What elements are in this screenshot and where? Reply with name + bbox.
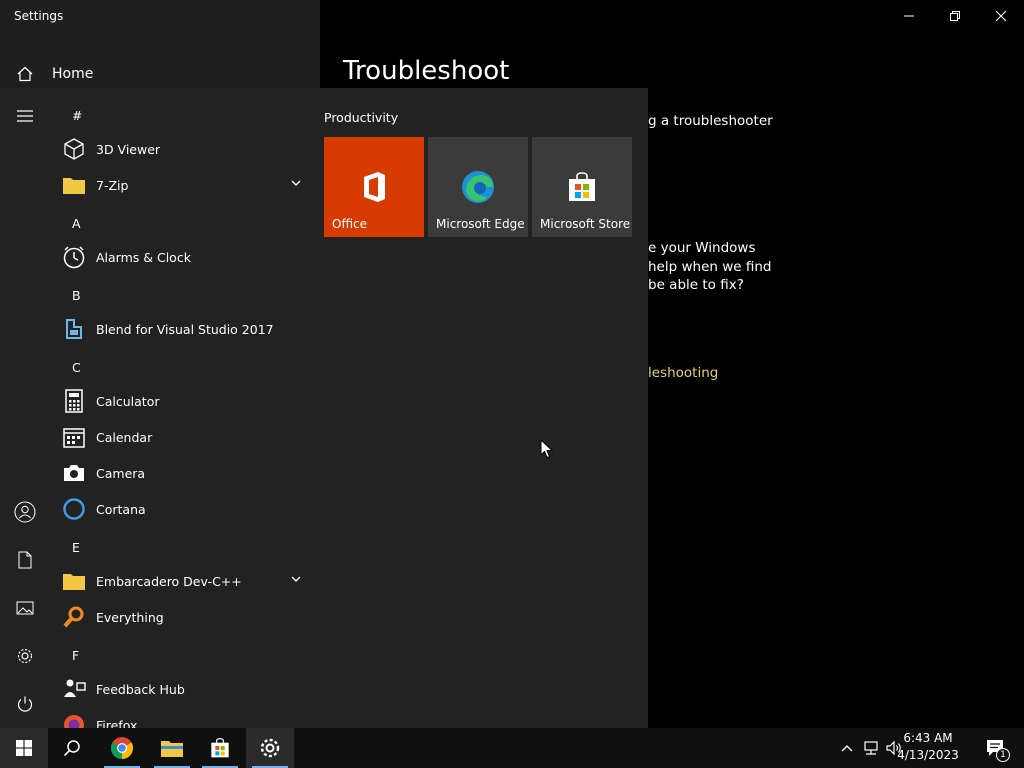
settings-home-nav[interactable]: Home — [16, 60, 316, 88]
content-text: e your Windows — [648, 240, 756, 256]
home-label: Home — [52, 66, 94, 82]
documents-button[interactable] — [13, 548, 37, 572]
calculator-icon — [62, 389, 86, 413]
minimize-button[interactable] — [886, 0, 932, 32]
pictures-icon — [16, 601, 34, 615]
gear-icon — [17, 648, 33, 664]
action-center-button[interactable]: 1 — [976, 728, 1016, 768]
pictures-button[interactable] — [13, 596, 37, 620]
power-icon — [17, 696, 33, 712]
mouse-cursor-icon — [540, 439, 554, 459]
app-everything[interactable]: Everything — [62, 599, 310, 635]
calendar-icon — [62, 425, 86, 449]
windows-logo-icon — [16, 740, 32, 756]
edge-icon — [462, 171, 494, 203]
store-bag-icon — [211, 738, 229, 758]
restore-button[interactable] — [932, 0, 978, 32]
app-feedback-hub[interactable]: Feedback Hub — [62, 671, 310, 707]
chevron-up-icon — [841, 745, 853, 752]
search-icon — [63, 740, 80, 757]
app-embarcadero-dev-cpp[interactable]: Embarcadero Dev-C++ — [62, 563, 310, 599]
tile-microsoft-store[interactable]: Microsoft Store — [532, 137, 632, 237]
document-icon — [18, 551, 32, 569]
feedback-icon — [62, 677, 86, 701]
app-camera[interactable]: Camera — [62, 455, 310, 491]
home-icon — [17, 66, 33, 82]
magnifier-icon — [62, 605, 86, 629]
expand-menu-button[interactable] — [13, 104, 37, 128]
troubleshooting-link[interactable]: leshooting — [648, 365, 718, 381]
folder-icon — [62, 569, 86, 593]
camera-icon — [62, 461, 86, 485]
app-alarms-clock[interactable]: Alarms & Clock — [62, 239, 310, 275]
clock-icon — [62, 245, 86, 269]
app-7-zip[interactable]: 7-Zip — [62, 167, 310, 203]
notification-count-badge: 1 — [996, 748, 1010, 762]
taskbar-microsoft-store[interactable] — [196, 728, 244, 768]
section-header-f[interactable]: F — [72, 648, 79, 663]
window-title: Settings — [14, 9, 64, 23]
taskbar-search-button[interactable] — [48, 728, 96, 768]
start-button[interactable] — [0, 728, 48, 768]
content-text: be able to fix? — [648, 277, 744, 293]
section-header-b[interactable]: B — [72, 288, 81, 303]
chrome-icon — [111, 737, 133, 759]
office-icon — [364, 172, 385, 202]
app-list: # 3D Viewer 7-Zip A Alarms & Clock B Ble… — [50, 96, 310, 728]
network-icon — [864, 741, 878, 755]
folder-icon — [62, 173, 86, 197]
app-calculator[interactable]: Calculator — [62, 383, 310, 419]
chevron-down-icon[interactable] — [290, 177, 302, 189]
app-calendar[interactable]: Calendar — [62, 419, 310, 455]
section-header-hash[interactable]: # — [72, 108, 82, 123]
content-text: g a troubleshooter — [648, 113, 773, 129]
network-button[interactable] — [860, 728, 882, 768]
show-hidden-icons-button[interactable] — [836, 728, 858, 768]
content-text: help when we find — [648, 259, 772, 275]
settings-button[interactable] — [13, 644, 37, 668]
page-title: Troubleshoot — [343, 56, 510, 86]
taskbar-file-explorer[interactable] — [148, 728, 196, 768]
cortana-icon — [62, 497, 86, 521]
cube-icon — [62, 137, 86, 161]
store-bag-icon — [569, 172, 595, 201]
clock-time: 6:43 AM — [903, 731, 953, 745]
close-icon — [995, 10, 1007, 22]
restore-icon — [950, 11, 960, 21]
taskbar: 6:43 AM 4/13/2023 1 — [0, 728, 1024, 768]
section-header-e[interactable]: E — [72, 540, 80, 555]
tile-microsoft-edge[interactable]: Microsoft Edge — [428, 137, 528, 237]
app-cortana[interactable]: Cortana — [62, 491, 310, 527]
tiles-group-title[interactable]: Productivity — [324, 110, 398, 125]
start-rail — [0, 88, 50, 728]
taskbar-settings[interactable] — [246, 728, 294, 768]
firefox-icon — [62, 713, 86, 728]
gear-icon — [260, 738, 280, 758]
taskbar-chrome[interactable] — [98, 728, 146, 768]
chevron-down-icon[interactable] — [290, 573, 302, 585]
taskbar-clock[interactable]: 6:43 AM 4/13/2023 — [888, 730, 968, 764]
user-icon — [14, 501, 36, 523]
hamburger-icon — [17, 110, 33, 122]
power-button[interactable] — [13, 692, 37, 716]
file-explorer-icon — [161, 741, 183, 757]
minimize-icon — [904, 15, 914, 17]
section-header-a[interactable]: A — [72, 216, 81, 231]
tile-office[interactable]: Office — [324, 137, 424, 237]
clock-date: 4/13/2023 — [897, 748, 959, 762]
app-3d-viewer[interactable]: 3D Viewer — [62, 131, 310, 167]
close-button[interactable] — [978, 0, 1024, 32]
app-firefox[interactable]: Firefox — [62, 707, 310, 728]
section-header-c[interactable]: C — [72, 360, 81, 375]
blend-icon — [62, 317, 86, 341]
app-blend-vs-2017[interactable]: Blend for Visual Studio 2017 — [62, 311, 310, 347]
user-account-button[interactable] — [13, 500, 37, 524]
